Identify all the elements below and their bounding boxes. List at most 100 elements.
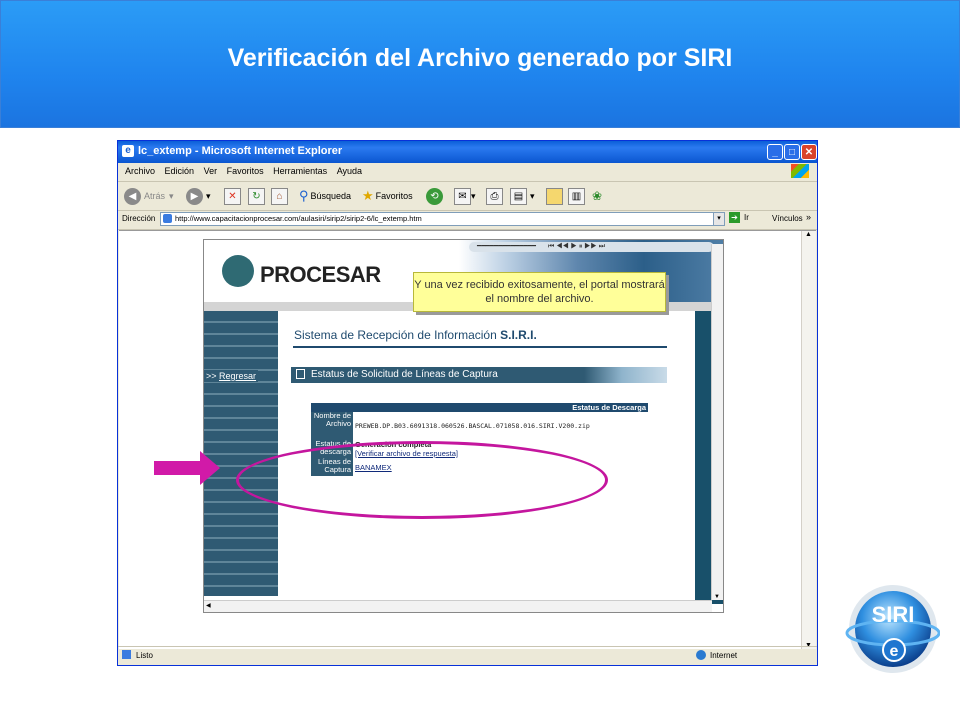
file-name-value: PREWEB.DP.B03.6091318.060526.BASCAL.0710…: [355, 422, 590, 430]
research-button[interactable]: ▥: [568, 186, 585, 206]
system-title-bold: S.I.R.I.: [500, 328, 537, 342]
menu-favoritos[interactable]: Favoritos: [227, 166, 264, 176]
internet-zone-icon: [696, 650, 706, 660]
status-section-title: Estatus de Solicitud de Líneas de Captur…: [311, 369, 498, 380]
svg-text:SIRI: SIRI: [872, 602, 915, 627]
back-link-text[interactable]: Regresar: [219, 371, 256, 381]
table-header-row: Estatus de Descarga: [311, 403, 648, 412]
home-icon: ⌂: [271, 187, 288, 205]
folder-icon: [546, 187, 563, 205]
system-title: Sistema de Recepción de Información S.I.…: [294, 328, 537, 342]
pointer-arrow-icon: [154, 451, 220, 485]
menu-herramientas[interactable]: Herramientas: [273, 166, 327, 176]
favorites-label: Favoritos: [375, 191, 413, 201]
window-titlebar: e lc_extemp - Microsoft Internet Explore…: [118, 141, 817, 163]
menu-edicion[interactable]: Edición: [165, 166, 195, 176]
refresh-button[interactable]: ↻: [248, 186, 265, 206]
browser-window: e lc_extemp - Microsoft Internet Explore…: [117, 140, 818, 666]
menu-ayuda[interactable]: Ayuda: [337, 166, 362, 176]
internet-zone-label: Internet: [710, 651, 738, 660]
stop-icon: ✕: [224, 187, 241, 205]
windows-logo-icon: [791, 164, 809, 178]
highlight-oval: [236, 441, 608, 519]
menu-archivo[interactable]: Archivo: [125, 166, 155, 176]
frame-horizontal-scrollbar[interactable]: ◀: [204, 600, 712, 612]
media-controls-icon[interactable]: ⏮ ◀◀ ▶ ⏸ ▶▶ ⏭: [548, 243, 605, 250]
folder-button[interactable]: [546, 186, 563, 206]
frame-scroll-left-icon[interactable]: ◀: [206, 602, 211, 609]
slide-title: Verificación del Archivo generado por SI…: [227, 44, 733, 72]
edit-button[interactable]: ▤ ▾: [510, 186, 535, 206]
address-dropdown-icon[interactable]: ▾: [713, 213, 724, 225]
links-chevron-icon[interactable]: »: [806, 212, 811, 222]
research-icon: ▥: [568, 187, 585, 205]
search-icon: ⚲: [299, 188, 309, 203]
forward-button[interactable]: ▶ ▾: [186, 186, 211, 206]
messenger-button[interactable]: ❀: [592, 186, 602, 206]
favorites-button[interactable]: ★ Favoritos: [362, 186, 413, 206]
svg-text:e: e: [890, 643, 899, 660]
procesar-logo: PROCESAR: [222, 255, 381, 289]
title-underline: [293, 346, 667, 348]
frame-vertical-scrollbar[interactable]: ▼: [711, 244, 723, 600]
toolbar: ◀ Atrás ▾ ▶ ▾ ✕ ↻ ⌂ ⚲ Búsqueda ★ Favorit…: [118, 182, 817, 211]
search-button[interactable]: ⚲ Búsqueda: [299, 186, 351, 206]
mail-icon: ✉: [454, 187, 471, 205]
address-input[interactable]: http://www.capacitacionprocesar.com/aula…: [160, 212, 725, 226]
back-button[interactable]: ◀ Atrás ▾: [124, 186, 174, 206]
messenger-icon: ❀: [592, 189, 603, 203]
print-button[interactable]: ⎙: [486, 186, 503, 206]
menu-bar: Archivo Edición Ver Favoritos Herramient…: [118, 163, 817, 182]
stop-button[interactable]: ✕: [224, 186, 241, 206]
siri-logo: SIRI e: [845, 585, 940, 673]
status-page-icon: [122, 650, 131, 659]
address-label: Dirección: [122, 214, 156, 223]
forward-dropdown-icon: ▾: [206, 191, 211, 201]
table-header: Estatus de Descarga: [311, 403, 648, 412]
frame-scroll-down-icon[interactable]: ▼: [714, 594, 720, 600]
viewport-scrollbar[interactable]: ▲ ▼: [801, 231, 816, 649]
edit-icon: ▤: [510, 187, 527, 205]
status-text: Listo: [136, 651, 153, 660]
go-arrow-icon: ➔: [729, 212, 740, 223]
links-label[interactable]: Vínculos: [772, 214, 803, 223]
scroll-up-icon[interactable]: ▲: [805, 231, 812, 238]
media-slider[interactable]: ━━━━━━━━━━━━━━: [477, 243, 536, 250]
forward-arrow-icon: ▶: [186, 187, 203, 205]
print-icon: ⎙: [486, 187, 503, 205]
back-dropdown-icon: ▾: [169, 191, 174, 201]
maximize-button[interactable]: □: [784, 144, 800, 160]
logo-text: PROCESAR: [260, 262, 381, 287]
close-button[interactable]: ✕: [801, 144, 817, 160]
go-label: Ir: [744, 213, 749, 222]
media-player-bar[interactable]: ━━━━━━━━━━━━━━ ⏮ ◀◀ ▶ ⏸ ▶▶ ⏭: [469, 242, 714, 252]
back-link-arrow: >>: [206, 371, 217, 381]
refresh-icon: ↻: [248, 187, 265, 205]
ie-icon: e: [122, 145, 134, 157]
system-title-prefix: Sistema de Recepción de Información: [294, 328, 497, 342]
back-label: Atrás: [144, 191, 166, 201]
home-button[interactable]: ⌂: [271, 186, 288, 206]
callout-note: Y una vez recibido exitosamente, el port…: [413, 272, 666, 312]
page-icon: [163, 214, 172, 223]
status-bar: Listo Internet: [118, 646, 817, 665]
minimize-button[interactable]: _: [767, 144, 783, 160]
go-button[interactable]: ➔ Ir: [729, 212, 749, 223]
address-bar: Dirección http://www.capacitacionprocesa…: [118, 211, 817, 230]
back-link[interactable]: >> Regresar: [204, 370, 259, 382]
address-url: http://www.capacitacionprocesar.com/aula…: [175, 214, 422, 223]
star-icon: ★: [362, 188, 374, 203]
procesar-logo-mark: [222, 255, 254, 287]
table-row: Nombre de Archivo PREWEB.DP.B03.6091318.…: [311, 412, 648, 440]
menu-ver[interactable]: Ver: [204, 166, 218, 176]
grid-icon: [296, 369, 305, 380]
status-section-header: Estatus de Solicitud de Líneas de Captur…: [291, 367, 667, 383]
mail-button[interactable]: ✉ ▾: [454, 186, 476, 206]
window-title: lc_extemp - Microsoft Internet Explorer: [138, 145, 343, 157]
history-icon: ⟲: [426, 187, 443, 205]
file-name-label: Nombre de Archivo: [311, 412, 353, 440]
mail-dropdown-icon: ▾: [471, 191, 476, 201]
history-button[interactable]: ⟲: [426, 186, 446, 206]
search-label: Búsqueda: [310, 191, 352, 201]
back-arrow-icon: ◀: [124, 187, 141, 205]
